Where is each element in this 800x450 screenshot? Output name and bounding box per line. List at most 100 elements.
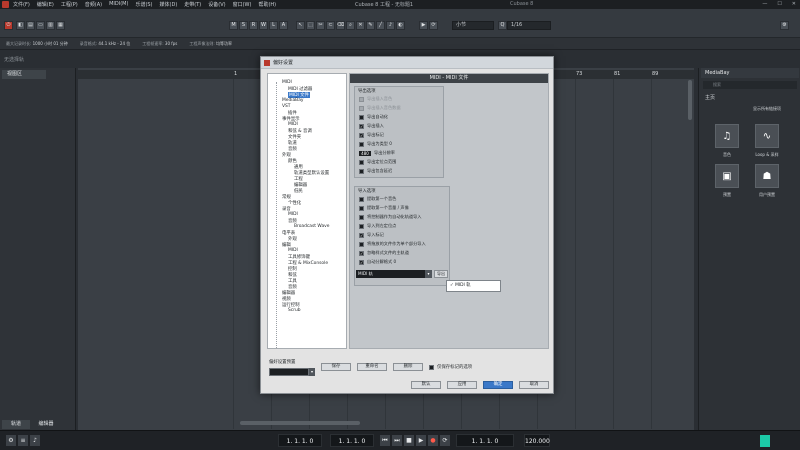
default-button[interactable]: 默认	[411, 381, 441, 389]
tab-tracks[interactable]: 轨道	[2, 420, 30, 429]
checkbox[interactable]	[359, 205, 364, 211]
dropdown-option[interactable]: MIDI 轨	[455, 283, 471, 288]
position-display[interactable]: 1. 1. 1. 0	[456, 434, 514, 447]
quantize-icon[interactable]: Q	[498, 21, 507, 30]
menu-audio[interactable]: 音频(A)	[85, 1, 102, 8]
tree-item[interactable]: MediaBay	[282, 98, 304, 103]
color-tool-icon[interactable]: ◐	[396, 21, 405, 30]
tree-item[interactable]: 低民	[294, 188, 303, 194]
export-option[interactable]: 导出自动化	[359, 114, 388, 120]
mediabay-search-input[interactable]: 搜索	[703, 81, 797, 89]
import-option[interactable]: 提取第一个音色	[359, 196, 396, 202]
tree-item[interactable]: Broadcast Wave	[294, 224, 329, 229]
import-option[interactable]: 提取第一个音量 / 声像	[359, 205, 409, 211]
tab-editor[interactable]: 编辑器	[32, 420, 60, 429]
menu-media[interactable]: 媒体(D)	[160, 1, 178, 8]
tree-item[interactable]: Scrub	[288, 308, 301, 313]
rename-preset-button[interactable]: 重命名	[357, 363, 387, 371]
play-tool-icon[interactable]: ♪	[386, 21, 395, 30]
menu-window[interactable]: 窗口(W)	[233, 1, 252, 8]
tempo-display[interactable]: 120.000	[524, 434, 550, 447]
marked-only-option[interactable]: 仅保存标记的选项	[429, 364, 472, 370]
import-option[interactable]: 将控制器作为自动化轨道导入	[359, 214, 421, 220]
dropdown-action-button[interactable]: 导出	[434, 270, 448, 278]
snap-type-select[interactable]: 小节	[452, 21, 494, 30]
mediabay-home-label[interactable]: 主页	[705, 94, 715, 101]
menu-midi[interactable]: MIDI(M)	[109, 1, 128, 8]
export-option[interactable]: 导出定位点范围	[359, 159, 396, 165]
tree-item[interactable]: VST	[282, 104, 290, 109]
split-tool-icon[interactable]: ✂	[316, 21, 325, 30]
checkbox[interactable]: ✓	[359, 123, 364, 129]
menu-file[interactable]: 文件(F)	[13, 1, 30, 8]
menu-transport[interactable]: 走带(T)	[184, 1, 201, 8]
checkbox[interactable]	[359, 214, 364, 220]
horizontal-scrollbar[interactable]	[240, 421, 360, 425]
menu-project[interactable]: 工程(P)	[61, 1, 78, 8]
tree-item[interactable]: MIDI	[288, 122, 298, 127]
glue-tool-icon[interactable]: ⊂	[326, 21, 335, 30]
mute-tool-icon[interactable]: ✕	[356, 21, 365, 30]
checkbox[interactable]: ✓	[359, 132, 364, 138]
maximize-icon[interactable]: ☐	[777, 1, 781, 7]
forward-icon[interactable]: ⏭	[392, 435, 402, 446]
import-option[interactable]: ✓ 忽略样式文件的主轨道	[359, 250, 409, 256]
settings-icon[interactable]: ⚙	[780, 21, 789, 30]
close-icon[interactable]: ✕	[792, 1, 796, 7]
project-settings-icon[interactable]: ⚙	[6, 435, 16, 446]
menu-help[interactable]: 帮助(H)	[258, 1, 276, 8]
import-option[interactable]: 导入到左定位点	[359, 223, 396, 229]
mute-mode-button[interactable]: M	[229, 21, 238, 30]
tree-item[interactable]: MIDI	[282, 80, 292, 85]
mediabay-toggle-button[interactable]: ▦	[56, 21, 65, 30]
auto-mode-button[interactable]: A	[279, 21, 288, 30]
checkbox[interactable]: ✓	[359, 250, 364, 256]
checkbox[interactable]	[359, 168, 364, 174]
vertical-scrollbar[interactable]	[688, 80, 692, 120]
cycle-loop-icon[interactable]: ⟳	[440, 435, 450, 446]
tree-item[interactable]: MIDI	[288, 212, 298, 217]
resolution-input[interactable]: 480	[359, 150, 371, 156]
export-option[interactable]: ✓ 导出标记	[359, 132, 384, 138]
erase-tool-icon[interactable]: ⌫	[336, 21, 345, 30]
import-option[interactable]: 将拖放的文件作为单个部分导入	[359, 241, 426, 247]
export-option[interactable]: 480 导出分辨率	[359, 150, 395, 156]
show-all-links-link[interactable]: 显示所有链接项	[753, 106, 781, 112]
infoline-toggle-button[interactable]: ▭	[36, 21, 45, 30]
overview-toggle-button[interactable]: ▥	[46, 21, 55, 30]
rewind-icon[interactable]: ⏮	[380, 435, 390, 446]
read-mode-button[interactable]: R	[249, 21, 258, 30]
cancel-button[interactable]: 取消	[519, 381, 549, 389]
checkbox[interactable]	[359, 241, 364, 247]
preset-select[interactable]	[269, 368, 309, 376]
checkbox[interactable]	[359, 223, 364, 229]
zoom-tool-icon[interactable]: ⌕	[346, 21, 355, 30]
audio-icon[interactable]: ♪	[30, 435, 40, 446]
play-preview-icon[interactable]: ▶	[419, 21, 428, 30]
checkbox[interactable]: ✓	[359, 259, 364, 265]
list-icon[interactable]: ≡	[18, 435, 28, 446]
chevron-down-icon[interactable]: ▾	[425, 270, 432, 278]
menu-score[interactable]: 乐谱(S)	[135, 1, 152, 8]
tree-item[interactable]: MIDI	[288, 248, 298, 253]
right-locator-display[interactable]: 1. 1. 1. 0	[330, 434, 374, 447]
checkbox[interactable]	[359, 159, 364, 165]
checkbox[interactable]	[429, 364, 434, 370]
checkbox[interactable]: ✓	[359, 232, 364, 238]
menu-edit[interactable]: 编辑(E)	[37, 1, 54, 8]
quantize-preset-select[interactable]: 1/16	[507, 21, 551, 30]
checkbox[interactable]	[359, 114, 364, 120]
draw-tool-icon[interactable]: ✎	[366, 21, 375, 30]
play-icon[interactable]: ▶	[416, 435, 426, 446]
piano-icon[interactable]: ♫	[715, 124, 739, 148]
export-option[interactable]: 导出包含延迟	[359, 168, 392, 174]
line-tool-icon[interactable]: ╱	[376, 21, 385, 30]
preset-icon[interactable]: ▣	[715, 164, 739, 188]
range-tool-icon[interactable]: ⬚	[306, 21, 315, 30]
cycle-icon[interactable]: ⟳	[429, 21, 438, 30]
import-option[interactable]: ✓ 自动分解格式 0	[359, 259, 396, 265]
constrain-delay-button[interactable]: ◧	[16, 21, 25, 30]
user-folder-icon[interactable]: ☗	[755, 164, 779, 188]
checkbox[interactable]	[359, 141, 364, 147]
waveform-icon[interactable]: ∿	[755, 124, 779, 148]
